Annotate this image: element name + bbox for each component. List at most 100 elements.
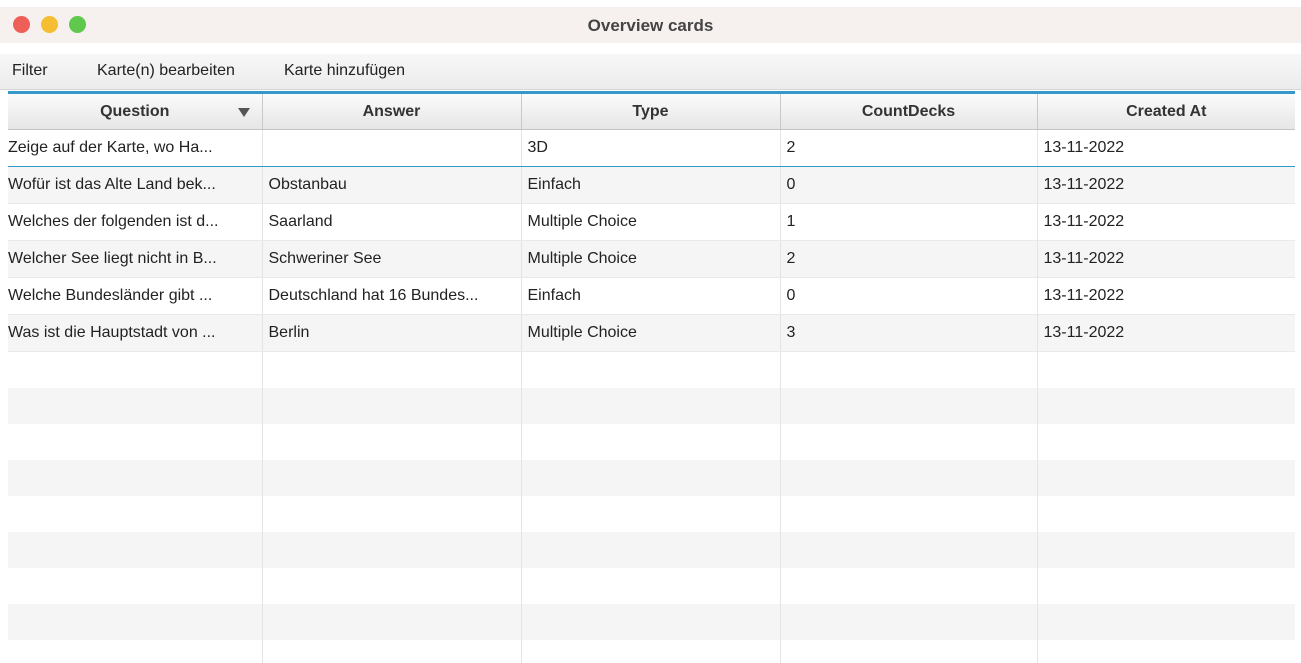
column-header-countdecks[interactable]: CountDecks (780, 94, 1038, 130)
column-header-created-at[interactable]: Created At (1037, 94, 1295, 130)
empty-cell (780, 351, 1038, 388)
empty-cell (262, 532, 522, 568)
empty-cell (8, 424, 263, 460)
empty-cell (780, 460, 1038, 496)
cell-answer[interactable]: Berlin (262, 314, 522, 352)
empty-cell (8, 496, 263, 532)
empty-row (8, 388, 1295, 424)
cell-type[interactable]: Multiple Choice (521, 203, 781, 241)
table-row[interactable]: Zeige auf der Karte, wo Ha... 3D 2 13-11… (8, 129, 1295, 167)
empty-cell (780, 388, 1038, 424)
cell-answer[interactable] (262, 129, 522, 167)
cell-question[interactable]: Welches der folgenden ist d... (8, 203, 263, 241)
empty-cell (262, 568, 522, 604)
empty-cell (521, 388, 781, 424)
empty-cell (780, 604, 1038, 640)
table-row[interactable]: Welcher See liegt nicht in B... Schwerin… (8, 240, 1295, 278)
cell-countdecks[interactable]: 2 (780, 129, 1038, 167)
empty-cell (521, 604, 781, 640)
window-title: Overview cards (587, 16, 714, 35)
cell-created-at[interactable]: 13-11-2022 (1037, 203, 1295, 241)
empty-cell (521, 568, 781, 604)
cell-countdecks[interactable]: 1 (780, 203, 1038, 241)
empty-row (8, 496, 1295, 532)
empty-cell (262, 424, 522, 460)
empty-cell (8, 388, 263, 424)
cell-created-at[interactable]: 13-11-2022 (1037, 240, 1295, 278)
cell-type[interactable]: 3D (521, 129, 781, 167)
title-bar: Overview cards (0, 7, 1301, 43)
empty-row (8, 604, 1295, 640)
empty-cell (1037, 460, 1295, 496)
column-header-label: Answer (362, 102, 421, 120)
empty-cell (521, 424, 781, 460)
cell-countdecks[interactable]: 0 (780, 277, 1038, 315)
empty-row (8, 351, 1295, 388)
cell-created-at[interactable]: 13-11-2022 (1037, 129, 1295, 167)
table-row[interactable]: Wofür ist das Alte Land bek... Obstanbau… (8, 166, 1295, 204)
empty-cell (262, 388, 522, 424)
cell-answer[interactable]: Schweriner See (262, 240, 522, 278)
empty-cell (1037, 568, 1295, 604)
cell-countdecks[interactable]: 3 (780, 314, 1038, 352)
empty-cell (8, 351, 263, 388)
cell-question[interactable]: Was ist die Hauptstadt von ... (8, 314, 263, 352)
empty-row (8, 640, 1295, 663)
empty-cell (780, 532, 1038, 568)
empty-row (8, 568, 1295, 604)
cell-question[interactable]: Welche Bundesländer gibt ... (8, 277, 263, 315)
cell-question[interactable]: Welcher See liegt nicht in B... (8, 240, 263, 278)
empty-cell (1037, 351, 1295, 388)
cell-answer[interactable]: Saarland (262, 203, 522, 241)
cell-answer[interactable]: Deutschland hat 16 Bundes... (262, 277, 522, 315)
cell-type[interactable]: Multiple Choice (521, 240, 781, 278)
cell-answer[interactable]: Obstanbau (262, 166, 522, 204)
empty-cell (1037, 640, 1295, 663)
column-header-type[interactable]: Type (521, 94, 781, 130)
cell-created-at[interactable]: 13-11-2022 (1037, 277, 1295, 315)
empty-cell (780, 568, 1038, 604)
table-row[interactable]: Was ist die Hauptstadt von ... Berlin Mu… (8, 314, 1295, 352)
table-header: Question Answer Type CountDecks Created … (8, 94, 1295, 130)
cell-type[interactable]: Einfach (521, 277, 781, 315)
column-header-question[interactable]: Question (8, 94, 263, 130)
cell-created-at[interactable]: 13-11-2022 (1037, 314, 1295, 352)
menu-edit-cards[interactable]: Karte(n) bearbeiten (97, 62, 235, 80)
column-header-label: Question (100, 102, 170, 120)
empty-cell (1037, 424, 1295, 460)
empty-cell (262, 640, 522, 663)
cell-countdecks[interactable]: 2 (780, 240, 1038, 278)
column-header-label: CountDecks (861, 102, 956, 120)
empty-cell (262, 351, 522, 388)
cards-table[interactable]: Question Answer Type CountDecks Created … (8, 91, 1295, 663)
cell-type[interactable]: Multiple Choice (521, 314, 781, 352)
cell-type[interactable]: Einfach (521, 166, 781, 204)
menu-filter[interactable]: Filter (12, 62, 48, 80)
empty-cell (262, 460, 522, 496)
empty-cell (1037, 496, 1295, 532)
app-window: Overview cards Filter Karte(n) bearbeite… (0, 7, 1301, 663)
table-row[interactable]: Welches der folgenden ist d... Saarland … (8, 203, 1295, 241)
column-header-answer[interactable]: Answer (262, 94, 522, 130)
empty-row (8, 532, 1295, 568)
empty-cell (8, 568, 263, 604)
empty-cell (8, 640, 263, 663)
sort-descending-icon[interactable] (237, 108, 250, 117)
table-row[interactable]: Welche Bundesländer gibt ... Deutschland… (8, 277, 1295, 315)
menu-bar: Filter Karte(n) bearbeiten Karte hinzufü… (0, 54, 1301, 90)
empty-cell (8, 532, 263, 568)
empty-cell (780, 424, 1038, 460)
empty-cell (521, 460, 781, 496)
cell-countdecks[interactable]: 0 (780, 166, 1038, 204)
empty-row (8, 424, 1295, 460)
cell-question[interactable]: Wofür ist das Alte Land bek... (8, 166, 263, 204)
column-header-label: Created At (1126, 102, 1207, 120)
empty-cell (1037, 532, 1295, 568)
column-header-label: Type (632, 102, 669, 120)
empty-cell (521, 496, 781, 532)
menu-add-card[interactable]: Karte hinzufügen (284, 62, 405, 80)
empty-cell (262, 496, 522, 532)
empty-cell (1037, 604, 1295, 640)
cell-question[interactable]: Zeige auf der Karte, wo Ha... (8, 129, 263, 167)
cell-created-at[interactable]: 13-11-2022 (1037, 166, 1295, 204)
